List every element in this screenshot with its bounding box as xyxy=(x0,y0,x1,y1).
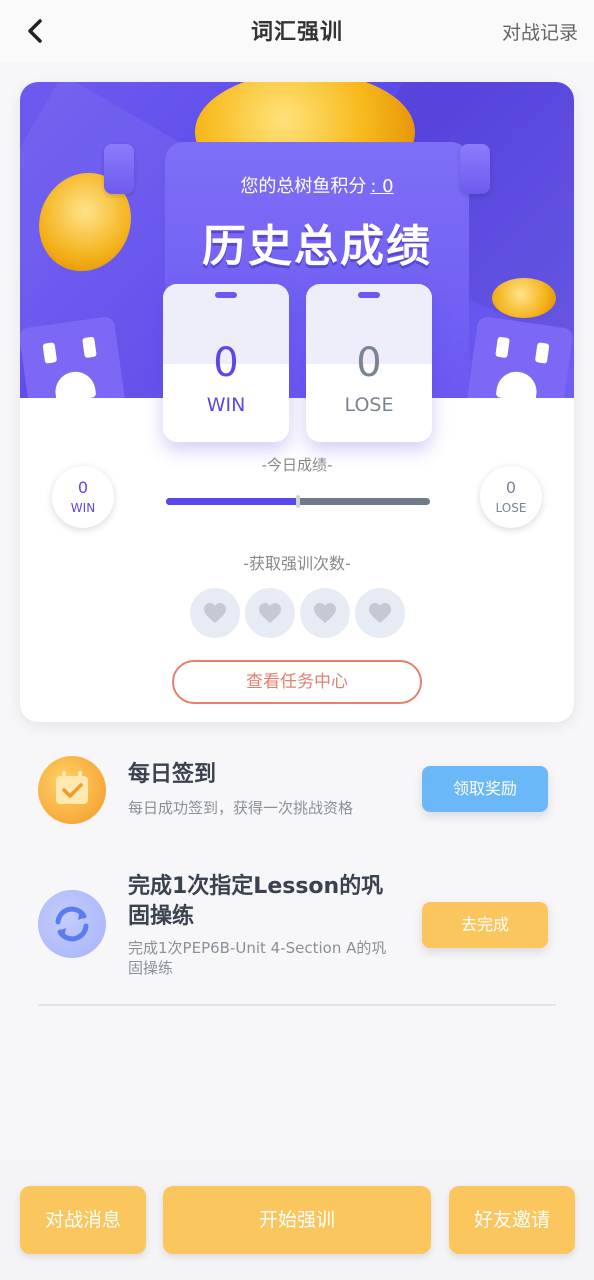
task-title: 每日签到 xyxy=(128,762,217,787)
history-win-count: 0 xyxy=(213,340,239,386)
today-win-count: 0 xyxy=(77,478,89,497)
claim-reward-button[interactable]: 领取奖励 xyxy=(422,766,548,812)
castle-icon xyxy=(20,315,126,398)
battle-record-link[interactable]: 对战记录 xyxy=(502,18,578,45)
today-win-badge: 0 WIN xyxy=(52,466,114,528)
history-win-label: WIN xyxy=(206,394,246,416)
today-progress-fill xyxy=(166,498,298,505)
top-bar: 词汇强训 对战记录 xyxy=(0,0,594,62)
divider xyxy=(38,1004,556,1006)
slot-decoration xyxy=(215,292,237,298)
task-title: 完成1次指定Lesson的巩固操练 xyxy=(128,874,384,929)
history-title: 历史总成绩 xyxy=(202,221,432,272)
today-win-label: WIN xyxy=(70,501,96,515)
heart-icon xyxy=(190,588,240,638)
today-lose-count: 0 xyxy=(505,478,517,497)
task-daily-checkin: 每日签到 每日成功签到，获得一次挑战资格 领取奖励 xyxy=(38,756,558,836)
start-training-button[interactable]: 开始强训 xyxy=(163,1186,431,1254)
slot-decoration xyxy=(358,292,380,298)
heart-icon xyxy=(245,588,295,638)
task-description: 每日成功签到，获得一次挑战资格 xyxy=(128,799,354,817)
clip-decoration xyxy=(460,144,490,194)
history-lose-label: LOSE xyxy=(344,394,394,416)
total-points-label: 您的总树鱼积分 xyxy=(240,176,367,197)
today-lose-badge: 0 LOSE xyxy=(480,466,542,528)
task-description: 完成1次PEP6B-Unit 4-Section A的巩固操练 xyxy=(128,939,387,977)
total-points-value: : 0 xyxy=(370,176,394,197)
today-lose-label: LOSE xyxy=(495,501,527,515)
heart-icon xyxy=(300,588,350,638)
refresh-icon xyxy=(38,890,106,958)
history-lose-count: 0 xyxy=(356,340,382,386)
calendar-check-icon xyxy=(38,756,106,824)
go-complete-button[interactable]: 去完成 xyxy=(422,902,548,948)
task-center-button[interactable]: 查看任务中心 xyxy=(172,660,422,704)
gold-coin-icon xyxy=(492,278,556,318)
total-points: 您的总树鱼积分: 0 xyxy=(165,172,469,198)
progress-marker xyxy=(296,495,300,508)
battle-messages-button[interactable]: 对战消息 xyxy=(20,1186,146,1254)
heart-icon xyxy=(355,588,405,638)
history-lose-card: 0 LOSE xyxy=(306,284,432,442)
task-lesson-practice: 完成1次指定Lesson的巩固操练 完成1次PEP6B-Unit 4-Secti… xyxy=(38,872,558,982)
invite-friends-button[interactable]: 好友邀请 xyxy=(449,1186,575,1254)
score-card: 您的总树鱼积分: 0 历史总成绩 0 WIN 0 LOSE -今日成绩- 0 W… xyxy=(20,82,574,722)
history-win-card: 0 WIN xyxy=(163,284,289,442)
clip-decoration xyxy=(104,144,134,194)
obtain-count-label: -获取强训次数- xyxy=(243,554,351,573)
castle-icon xyxy=(466,315,574,398)
score-banner: 您的总树鱼积分: 0 历史总成绩 xyxy=(20,82,574,398)
heart-list xyxy=(190,588,406,638)
